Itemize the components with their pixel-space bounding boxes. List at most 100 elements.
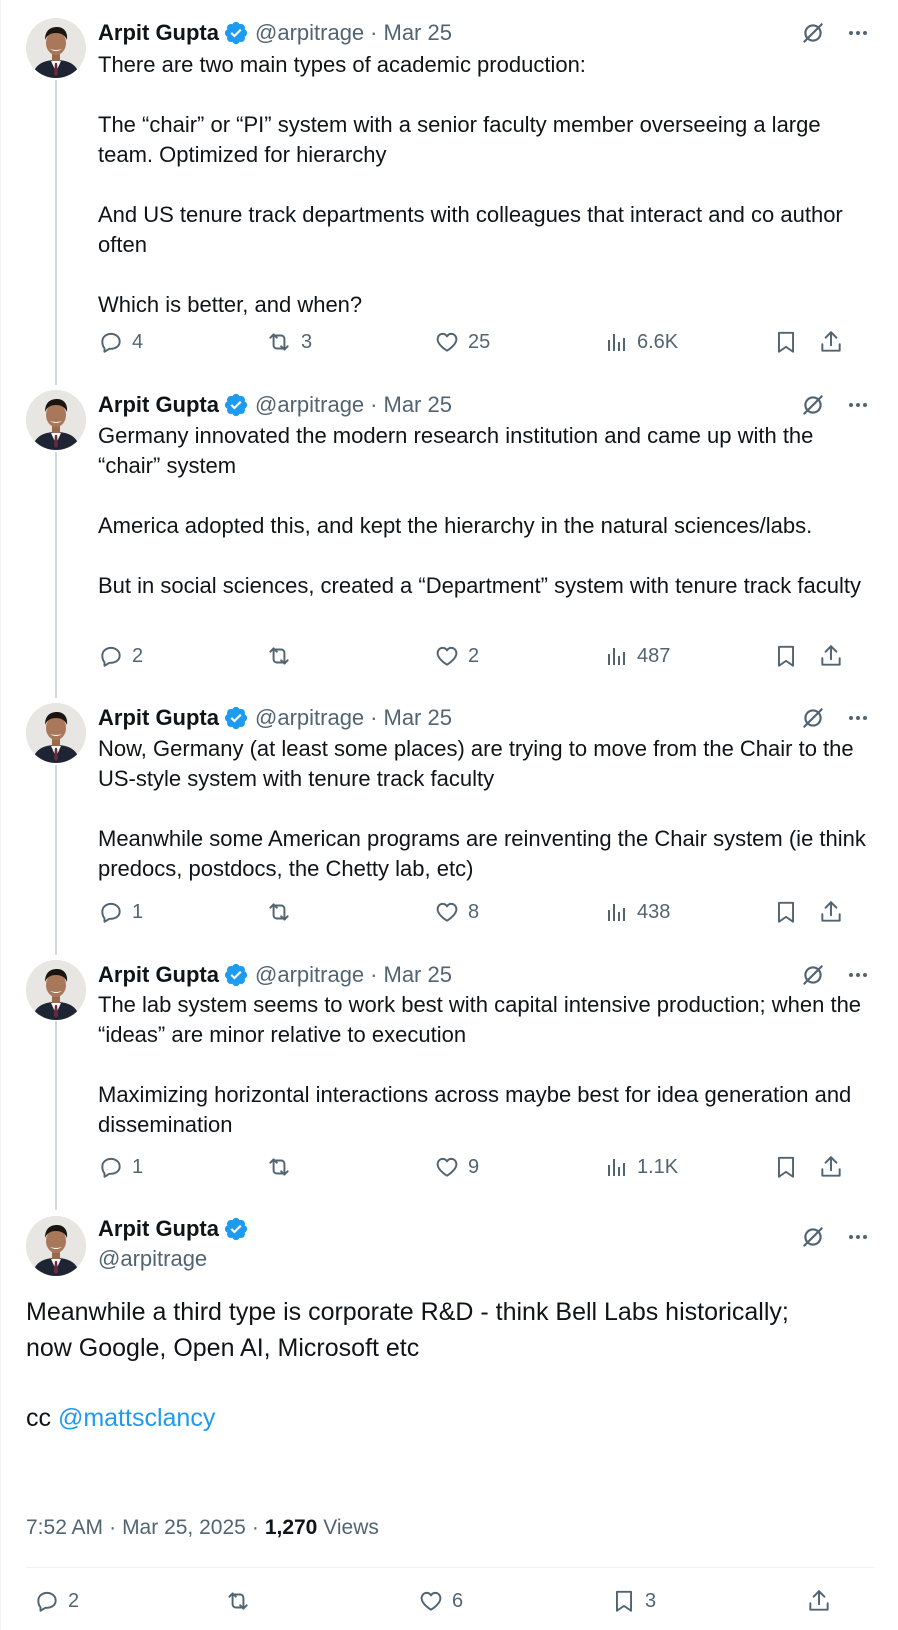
repost-button[interactable]: 3 <box>265 327 312 357</box>
repost-icon <box>269 1158 289 1176</box>
bookmark-button[interactable] <box>773 1152 799 1182</box>
repost-icon <box>269 333 289 351</box>
views-button[interactable]: 6.6K <box>605 327 678 357</box>
views-count: 6.6K <box>637 330 679 353</box>
tweet-header: Arpit Gupta @arpitrage · Mar 25 <box>98 960 452 990</box>
repost-icon <box>265 643 293 669</box>
grok-icon[interactable] <box>800 392 826 418</box>
like-button[interactable]: 6 <box>418 1586 463 1616</box>
share-icon <box>821 645 841 666</box>
repost-icon <box>228 1592 248 1610</box>
grok-icon[interactable] <box>800 392 826 418</box>
more-icon[interactable] <box>846 963 870 987</box>
bookmark-button[interactable] <box>773 327 799 357</box>
avatar[interactable] <box>26 703 86 763</box>
repost-button[interactable] <box>265 641 301 671</box>
like-icon <box>420 1591 442 1611</box>
verified-badge-icon <box>219 705 255 731</box>
grok-icon[interactable] <box>800 962 826 988</box>
tweet-time[interactable]: 7:52 AM <box>26 1516 103 1539</box>
separator-dot: · <box>370 705 378 730</box>
reply-button[interactable]: 2 <box>98 641 143 671</box>
author-name[interactable]: Arpit Gupta <box>98 1216 219 1242</box>
grok-icon[interactable] <box>800 705 826 731</box>
tweet-date[interactable]: Mar 25 <box>384 392 452 418</box>
tweet-date[interactable]: Mar 25 <box>384 962 452 988</box>
share-button[interactable] <box>818 1152 844 1182</box>
avatar[interactable] <box>26 18 86 78</box>
reply-icon <box>101 902 121 923</box>
author-name[interactable]: Arpit Gupta <box>98 392 219 418</box>
tweet-date[interactable]: Mar 25 <box>384 20 452 46</box>
like-button[interactable]: 8 <box>434 897 479 927</box>
repost-button[interactable] <box>265 897 301 927</box>
reply-button[interactable]: 4 <box>98 327 143 357</box>
mention-link[interactable]: @mattsclancy <box>58 1404 215 1432</box>
avatar[interactable] <box>26 1216 86 1276</box>
like-icon <box>436 332 458 352</box>
like-button[interactable]: 25 <box>434 327 490 357</box>
share-button[interactable] <box>818 641 844 671</box>
like-icon <box>434 329 460 355</box>
share-button[interactable] <box>818 327 844 357</box>
verified-badge-icon <box>219 962 255 988</box>
bookmark-button[interactable]: 3 <box>611 1586 656 1616</box>
tweet-actions: 1 8 438 <box>98 897 878 927</box>
author-handle[interactable]: @arpitrage <box>255 962 364 988</box>
author-handle[interactable]: @arpitrage <box>255 705 364 731</box>
grok-icon[interactable] <box>800 20 826 46</box>
views-button[interactable]: 487 <box>605 641 670 671</box>
author-name[interactable]: Arpit Gupta <box>98 962 219 988</box>
views-icon <box>608 334 625 351</box>
author-name[interactable]: Arpit Gupta <box>98 20 219 46</box>
reply-button[interactable]: 2 <box>34 1586 79 1616</box>
more-icon[interactable] <box>846 1225 870 1249</box>
repost-button[interactable] <box>265 1152 301 1182</box>
grok-icon[interactable] <box>800 1224 826 1250</box>
author-name[interactable]: Arpit Gupta <box>98 705 219 731</box>
verified-badge-icon <box>224 706 248 730</box>
more-icon[interactable] <box>846 963 870 987</box>
grok-icon[interactable] <box>800 962 826 988</box>
share-button[interactable] <box>806 1586 832 1616</box>
tweet-top-actions <box>800 705 870 731</box>
views-button[interactable]: 438 <box>605 897 670 927</box>
share-button[interactable] <box>818 897 844 927</box>
avatar[interactable] <box>26 960 86 1020</box>
more-icon[interactable] <box>846 21 870 45</box>
avatar[interactable] <box>26 390 86 450</box>
like-count: 9 <box>468 1155 480 1178</box>
bookmark-button[interactable] <box>773 897 799 927</box>
share-icon <box>818 329 844 355</box>
repost-button[interactable] <box>224 1586 260 1616</box>
reply-count: 1 <box>132 900 144 923</box>
more-icon[interactable] <box>846 21 870 45</box>
verified-badge-icon <box>224 963 248 987</box>
share-icon <box>818 643 844 669</box>
separator-dot: · <box>370 392 378 417</box>
tweet-actions: 2 6 3 <box>26 1586 874 1620</box>
more-icon[interactable] <box>846 393 870 417</box>
share-icon <box>809 1590 829 1611</box>
verified-badge-icon <box>219 1216 255 1242</box>
tweet-date[interactable]: Mar 25 <box>384 705 452 731</box>
tweet-full-date[interactable]: Mar 25, 2025 <box>122 1516 246 1539</box>
author-handle[interactable]: @arpitrage <box>98 1246 207 1272</box>
grok-icon[interactable] <box>800 705 826 731</box>
like-button[interactable]: 9 <box>434 1152 479 1182</box>
reply-button[interactable]: 1 <box>98 1152 143 1182</box>
author-handle[interactable]: @arpitrage <box>255 20 364 46</box>
reply-button[interactable]: 1 <box>98 897 143 927</box>
views-button[interactable]: 1.1K <box>605 1152 678 1182</box>
grok-icon[interactable] <box>800 20 826 46</box>
more-icon[interactable] <box>846 393 870 417</box>
views-icon <box>608 648 625 665</box>
like-button[interactable]: 2 <box>434 641 479 671</box>
reply-count: 1 <box>132 1155 144 1178</box>
more-icon[interactable] <box>846 1225 870 1249</box>
more-icon[interactable] <box>846 706 870 730</box>
more-icon[interactable] <box>846 706 870 730</box>
grok-icon[interactable] <box>800 1224 826 1250</box>
bookmark-button[interactable] <box>773 641 799 671</box>
author-handle[interactable]: @arpitrage <box>255 392 364 418</box>
